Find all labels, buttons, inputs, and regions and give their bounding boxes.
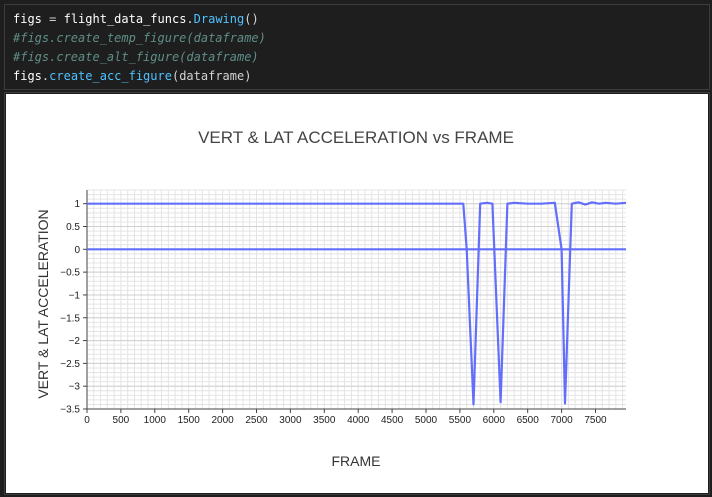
x-tick-label: 1500 — [178, 415, 201, 426]
code-line: #figs.create_alt_figure(dataframe) — [13, 48, 703, 67]
y-tick-label: −3.5 — [60, 405, 80, 416]
code-token: . — [186, 12, 194, 26]
y-tick-label: 1 — [74, 199, 80, 210]
x-tick-label: 2500 — [245, 415, 268, 426]
y-tick-label: −3 — [69, 382, 81, 393]
code-token: (dataframe) — [171, 69, 252, 83]
x-tick-label: 0 — [84, 415, 90, 426]
x-tick-label: 2000 — [211, 415, 234, 426]
y-tick-label: −2 — [69, 336, 81, 347]
code-token: #figs.create_temp_figure(dataframe) — [13, 31, 266, 45]
x-axis-label: FRAME — [332, 453, 381, 469]
y-tick-label: −1 — [69, 290, 81, 301]
code-cell[interactable]: figs = flight_data_funcs.Drawing() #figs.… — [4, 4, 710, 90]
code-token: figs — [13, 12, 42, 26]
x-tick-label: 7000 — [550, 415, 573, 426]
x-tick-label: 6000 — [483, 415, 506, 426]
x-tick-label: 6500 — [517, 415, 540, 426]
x-tick-label: 4500 — [381, 415, 404, 426]
y-tick-label: −0.5 — [60, 268, 80, 279]
plot-container: VERT & LAT ACCELERATION vs FRAME FRAME V… — [6, 94, 708, 493]
x-tick-label: 1000 — [144, 415, 167, 426]
code-editor[interactable]: figs = flight_data_funcs.Drawing() #figs.… — [13, 10, 703, 86]
x-tick-label: 5500 — [449, 415, 472, 426]
output-cell: VERT & LAT ACCELERATION vs FRAME FRAME V… — [4, 92, 710, 495]
code-token: create_acc_figure — [49, 69, 172, 83]
y-tick-label: −2.5 — [60, 359, 80, 370]
series-line-1[interactable] — [87, 201, 627, 406]
y-tick-label: −1.5 — [60, 313, 80, 324]
code-token: figs — [13, 69, 42, 83]
x-tick-label: 3000 — [279, 415, 302, 426]
chart-title: VERT & LAT ACCELERATION vs FRAME — [198, 128, 514, 147]
x-tick-label: 3500 — [313, 415, 336, 426]
acceleration-chart: VERT & LAT ACCELERATION vs FRAME FRAME V… — [35, 128, 627, 469]
code-token: = — [41, 12, 64, 26]
y-axis-label: VERT & LAT ACCELERATION — [35, 209, 51, 398]
x-tick-label: 5000 — [415, 415, 438, 426]
code-token: Drawing — [193, 12, 245, 26]
x-tick-label: 4000 — [347, 415, 370, 426]
grid-layer — [86, 189, 626, 410]
y-tick-label: 0.5 — [66, 222, 80, 233]
series-layer — [87, 201, 627, 406]
code-token: () — [244, 12, 259, 26]
y-tick-label: 0 — [74, 245, 80, 256]
code-line: #figs.create_temp_figure(dataframe) — [13, 29, 703, 48]
code-line: figs = flight_data_funcs.Drawing() — [13, 10, 703, 29]
code-line: figs.create_acc_figure(dataframe) — [13, 67, 703, 86]
x-tick-label: 7500 — [584, 415, 607, 426]
code-token: #figs.create_alt_figure(dataframe) — [13, 50, 259, 64]
code-token: flight_data_funcs — [63, 12, 187, 26]
x-tick-label: 500 — [113, 415, 130, 426]
